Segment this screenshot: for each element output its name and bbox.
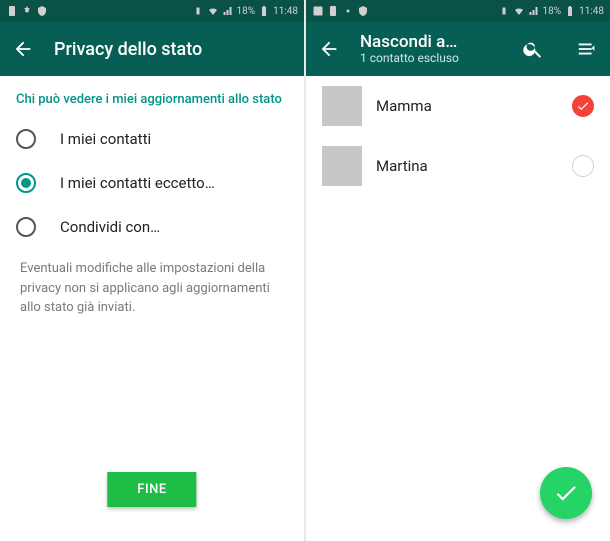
contact-name: Martina (376, 157, 558, 175)
contact-name: Mamma (376, 97, 558, 115)
radio-option-my-contacts-except[interactable]: I miei contatti eccetto… (0, 161, 304, 205)
check-icon (553, 480, 579, 506)
radio-option-share-with[interactable]: Condividi con… (0, 205, 304, 249)
appbar: Privacy dello stato (0, 22, 304, 76)
contact-row[interactable]: Martina (306, 136, 610, 196)
signal-icon (528, 5, 540, 17)
radio-label: I miei contatti (60, 130, 151, 148)
select-all-icon[interactable] (576, 38, 598, 60)
screen-hide-from: 18% 11:48 Nascondi a… 1 contatto escluso… (306, 0, 610, 541)
wifi-icon (207, 5, 219, 17)
avatar (322, 86, 362, 126)
page-title: Privacy dello stato (54, 39, 292, 60)
settings-icon (342, 5, 354, 17)
wifi-icon (513, 5, 525, 17)
radio-icon (16, 129, 36, 149)
shield-icon (357, 5, 369, 17)
clock: 11:48 (273, 6, 298, 17)
confirm-fab[interactable] (540, 467, 592, 519)
status-bar: 18% 11:48 (306, 0, 610, 22)
appbar: Nascondi a… 1 contatto escluso (306, 22, 610, 76)
avatar (322, 146, 362, 186)
radio-icon (16, 217, 36, 237)
radio-label: I miei contatti eccetto… (60, 174, 215, 192)
shield-icon (36, 5, 48, 17)
done-button[interactable]: FINE (107, 472, 196, 507)
radio-option-my-contacts[interactable]: I miei contatti (0, 117, 304, 161)
content-area: Chi può vedere i miei aggiornamenti allo… (0, 76, 304, 541)
search-icon[interactable] (522, 38, 544, 60)
image-icon (312, 5, 324, 17)
status-bar: 18% 11:48 (0, 0, 304, 22)
settings-icon (21, 5, 33, 17)
contact-row[interactable]: Mamma (306, 76, 610, 136)
battery-percent: 18% (237, 6, 256, 17)
content-area: Mamma Martina (306, 76, 610, 541)
privacy-hint-text: Eventuali modifiche alle impostazioni de… (0, 249, 304, 318)
radio-label: Condividi con… (60, 218, 160, 236)
radio-icon-selected (16, 173, 36, 193)
checkmark-unselected-icon[interactable] (572, 155, 594, 177)
sim-icon (6, 5, 18, 17)
vibrate-icon (498, 5, 510, 17)
screen-status-privacy: 18% 11:48 Privacy dello stato Chi può ve… (0, 0, 304, 541)
section-header: Chi può vedere i miei aggiornamenti allo… (0, 76, 304, 117)
clock: 11:48 (579, 6, 604, 17)
sim-icon (327, 5, 339, 17)
signal-icon (222, 5, 234, 17)
battery-icon (258, 5, 270, 17)
back-arrow-icon[interactable] (12, 38, 34, 60)
checkmark-selected-icon[interactable] (572, 95, 594, 117)
battery-percent: 18% (543, 6, 562, 17)
battery-icon (564, 5, 576, 17)
back-arrow-icon[interactable] (318, 38, 340, 60)
page-title: Nascondi a… (360, 33, 490, 52)
vibrate-icon (192, 5, 204, 17)
page-subtitle: 1 contatto escluso (360, 51, 490, 65)
